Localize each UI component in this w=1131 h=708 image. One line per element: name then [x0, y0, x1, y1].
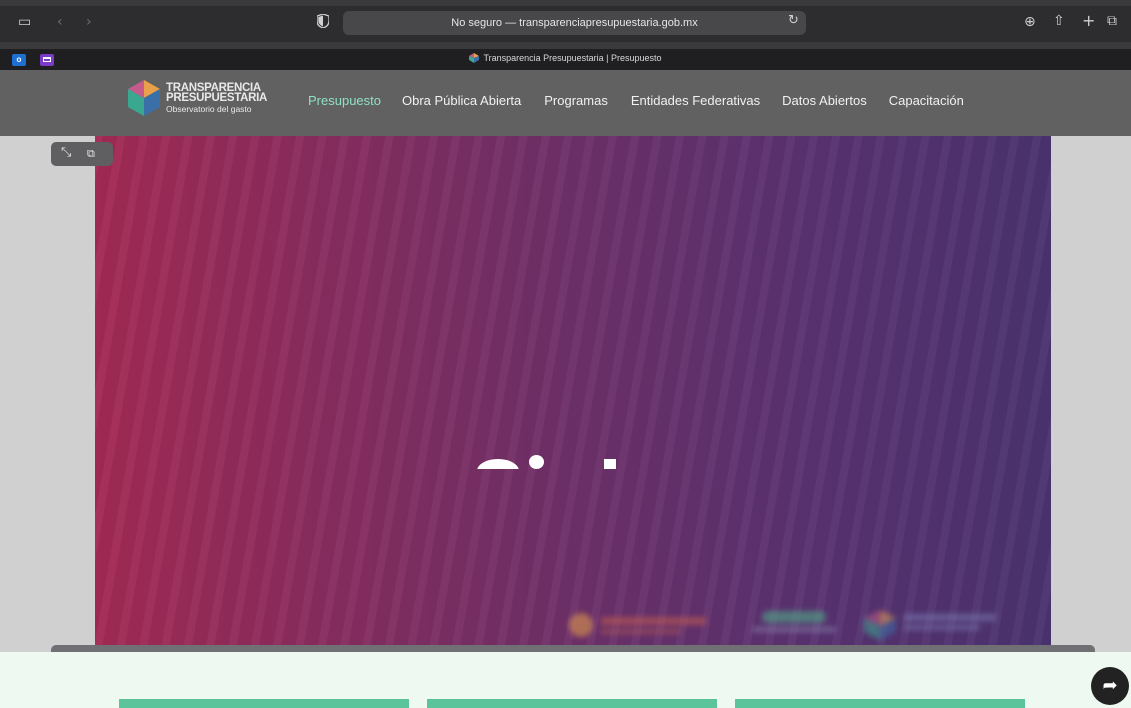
picture-in-picture-icon[interactable]: ⧉ [87, 147, 95, 161]
loading-indicator-dot [529, 455, 544, 469]
video-controls-top: ⤡ ⧉ [51, 142, 113, 166]
card-1[interactable] [119, 699, 409, 708]
logo-icon[interactable] [126, 78, 162, 118]
browser-toolbar: ▭ ‹ › No seguro — transparenciapresupues… [0, 6, 1131, 42]
nav-capacitacion[interactable]: Capacitación [889, 93, 964, 108]
favicon-icon [469, 53, 480, 63]
nav-presupuesto[interactable]: Presupuesto [308, 93, 381, 108]
tab-title: Transparencia Presupuestaria | Presupues… [483, 53, 662, 63]
partner-logo-3 [864, 610, 996, 640]
site-logo-text[interactable]: TRANSPARENCIA PRESUPUESTARIA Observatori… [166, 82, 268, 114]
address-bar[interactable]: No seguro — transparenciapresupuestaria.… [343, 11, 806, 35]
nav-obra-publica-abierta[interactable]: Obra Pública Abierta [402, 93, 521, 108]
loading-indicator-square [604, 459, 616, 469]
reload-icon[interactable]: ↻ [788, 13, 799, 28]
shield-icon[interactable] [317, 14, 329, 28]
address-text: No seguro — transparenciapresupuestaria.… [451, 17, 698, 29]
tabs-overview-icon[interactable]: ⧉ [1107, 14, 1117, 28]
card-3[interactable] [735, 699, 1025, 708]
nav-entidades-federativas[interactable]: Entidades Federativas [631, 93, 760, 108]
mail-extension-icon[interactable] [40, 54, 54, 66]
partner-logo-2 [752, 611, 836, 632]
share-arrow-icon: ➦ [1102, 675, 1118, 696]
video-control-bar[interactable] [51, 645, 1095, 652]
back-icon[interactable]: ‹ [57, 15, 63, 29]
card-2[interactable] [427, 699, 717, 708]
main-nav: Presupuesto Obra Pública Abierta Program… [308, 93, 964, 108]
outlook-extension-icon[interactable]: o [12, 54, 26, 66]
active-tab[interactable]: Transparencia Presupuestaria | Presupues… [0, 53, 1131, 63]
video-player[interactable] [95, 136, 1051, 645]
tab-bar: Transparencia Presupuestaria | Presupues… [0, 49, 1131, 70]
outlook-extension-label: o [16, 55, 22, 64]
nav-programas[interactable]: Programas [544, 93, 608, 108]
share-button[interactable]: ➦ [1091, 667, 1129, 705]
forward-icon[interactable]: › [86, 15, 92, 29]
new-tab-icon[interactable]: + [1082, 13, 1095, 29]
partner-logo-1 [569, 613, 706, 637]
fullscreen-icon[interactable]: ⤡ [61, 145, 71, 160]
sidebar-icon[interactable]: ▭ [18, 15, 31, 29]
share-icon[interactable]: ⇧ [1053, 14, 1065, 28]
logo-line-2: PRESUPUESTARIA [166, 92, 268, 104]
nav-datos-abiertos[interactable]: Datos Abiertos [782, 93, 867, 108]
download-icon[interactable]: ⊕ [1024, 15, 1036, 29]
logo-line-3: Observatorio del gasto [166, 104, 252, 114]
